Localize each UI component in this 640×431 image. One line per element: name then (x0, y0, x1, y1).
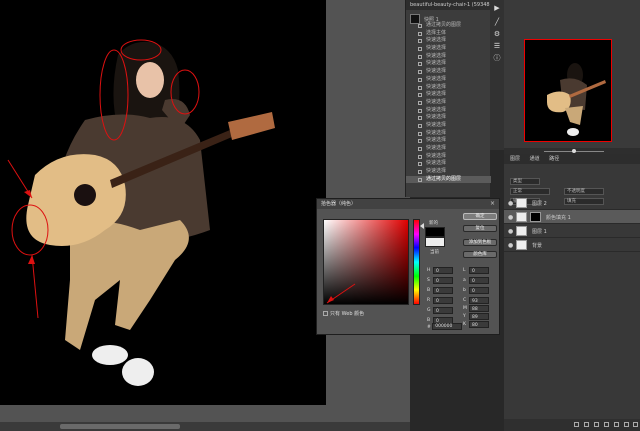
horizontal-scrollbar[interactable] (0, 422, 410, 431)
history-step-icon (418, 54, 422, 59)
history-item-selected[interactable]: 通过拷贝的图层 (406, 175, 491, 184)
history-item[interactable]: 快速选择 (406, 107, 491, 115)
tab-layers[interactable]: 图层 (510, 156, 520, 162)
history-item[interactable]: 快速选择 (406, 122, 491, 130)
history-step-icon (418, 147, 422, 151)
history-step-icon (418, 85, 422, 90)
mask-icon[interactable] (594, 422, 599, 427)
history-item[interactable]: 快速选择 (406, 37, 491, 45)
history-step-icon (418, 100, 422, 105)
navigator-thumbnail (547, 63, 606, 136)
history-step-icon (418, 108, 422, 113)
navigator-panel (504, 0, 640, 154)
eye-icon[interactable]: ● (508, 200, 513, 207)
navigator-preview[interactable] (524, 39, 612, 142)
tab-paths[interactable]: 路径 (549, 156, 559, 162)
history-item[interactable]: 快速选择 (406, 160, 491, 168)
history-step-icon (418, 93, 422, 98)
layer-thumbnail (516, 198, 527, 208)
history-step-icon (418, 39, 422, 44)
history-item[interactable]: 快速选择 (406, 145, 491, 153)
trash-icon[interactable] (633, 422, 638, 427)
history-step-icon (418, 162, 422, 167)
history-step-icon (418, 77, 422, 82)
panel-tool-strip: ▶ ╱ ⚙ ☰ ⓘ (490, 0, 504, 150)
eye-icon[interactable]: ● (508, 242, 513, 249)
zoom-slider-knob[interactable] (572, 149, 576, 153)
history-item[interactable]: 快速选择 (406, 114, 491, 122)
layer-thumbnail (516, 226, 527, 236)
layers-panel: 图层 通道 路径 类型 正常 不透明度 锁定 填充 ● 图层 2 ● 颜色填充 … (504, 154, 640, 431)
history-item[interactable]: 快速选择 (406, 91, 491, 99)
annotation-arrow (326, 283, 356, 304)
history-item[interactable]: 快速选择 (406, 168, 491, 176)
layer-controls: 类型 正常 不透明度 锁定 填充 (504, 166, 640, 205)
fx-icon[interactable] (584, 422, 589, 427)
history-step-icon (418, 177, 422, 182)
eye-icon[interactable]: ● (508, 214, 513, 221)
history-tab-bar[interactable]: beautiful-beauty-chair-1 (59348… (406, 0, 491, 10)
history-list: 通过拷贝的图层 选择主体 快速选择 快速选择 快速选择 快速选择 快速选择 快速… (406, 22, 491, 184)
link-icon[interactable] (574, 422, 579, 427)
adjustment-icon[interactable] (604, 422, 609, 427)
document-canvas[interactable] (0, 0, 326, 405)
history-step-icon (418, 123, 422, 128)
history-step-icon (418, 31, 422, 36)
layers-footer-toolbar (504, 419, 640, 431)
layer-row-selected[interactable]: ● 颜色填充 1 (504, 210, 640, 224)
history-item[interactable]: 快速选择 (406, 99, 491, 107)
layer-mask-thumbnail (530, 212, 541, 222)
history-step-icon (418, 154, 422, 159)
history-item[interactable]: 选择主体 (406, 30, 491, 38)
history-panel: beautiful-beauty-chair-1 (59348… 快照 1 通过… (405, 0, 491, 197)
layer-kind-filter[interactable]: 类型 (510, 178, 540, 185)
color-picker-dialog: 拾色器（纯色） × 新的 当前 确定 复位 添加到色板 颜色库 H0 S0 B0… (316, 198, 500, 335)
new-layer-icon[interactable] (624, 422, 629, 427)
layer-thumbnail (516, 240, 527, 250)
history-item[interactable]: 快速选择 (406, 84, 491, 92)
history-item[interactable]: 快速选择 (406, 53, 491, 61)
history-item[interactable]: 通过拷贝的图层 (406, 22, 491, 30)
history-step-icon (418, 116, 422, 121)
brush-icon[interactable]: ╱ (493, 18, 501, 26)
history-item[interactable]: 快速选择 (406, 60, 491, 68)
layer-thumbnail (516, 212, 527, 222)
scrollbar-thumb[interactable] (60, 424, 180, 429)
layer-row[interactable]: ● 图层 2 (504, 196, 640, 210)
history-item[interactable]: 快速选择 (406, 153, 491, 161)
history-item[interactable]: 快速选择 (406, 137, 491, 145)
history-item[interactable]: 快速选择 (406, 130, 491, 138)
tab-channels[interactable]: 通道 (530, 156, 540, 162)
history-step-icon (418, 70, 422, 75)
photo-girl-with-guitar (7, 39, 275, 386)
info-icon[interactable]: ⓘ (493, 54, 501, 62)
layer-list: ● 图层 2 ● 颜色填充 1 ● 图层 1 ● 背景 (504, 196, 640, 252)
history-step-icon (418, 131, 422, 136)
layer-row[interactable]: ● 图层 1 (504, 224, 640, 238)
history-item[interactable]: 快速选择 (406, 45, 491, 53)
layers-tab-bar: 图层 通道 路径 (504, 154, 640, 164)
layer-row[interactable]: ● 背景 (504, 238, 640, 252)
history-step-icon (418, 139, 422, 144)
folder-icon[interactable] (614, 422, 619, 427)
history-step-icon (418, 47, 422, 52)
adjust-icon[interactable]: ⚙ (493, 30, 501, 38)
blend-mode-select[interactable]: 正常 (510, 188, 550, 195)
opacity-control[interactable]: 不透明度 (564, 188, 604, 195)
history-item[interactable]: 快速选择 (406, 76, 491, 84)
play-icon[interactable]: ▶ (493, 4, 501, 12)
history-step-icon (418, 24, 422, 28)
eye-icon[interactable]: ● (508, 228, 513, 235)
history-step-icon (418, 62, 422, 67)
history-tab-label[interactable]: beautiful-beauty-chair-1 (59348… (406, 0, 491, 10)
history-step-icon (418, 170, 422, 175)
history-item[interactable]: 快速选择 (406, 68, 491, 76)
properties-icon[interactable]: ☰ (493, 42, 501, 50)
